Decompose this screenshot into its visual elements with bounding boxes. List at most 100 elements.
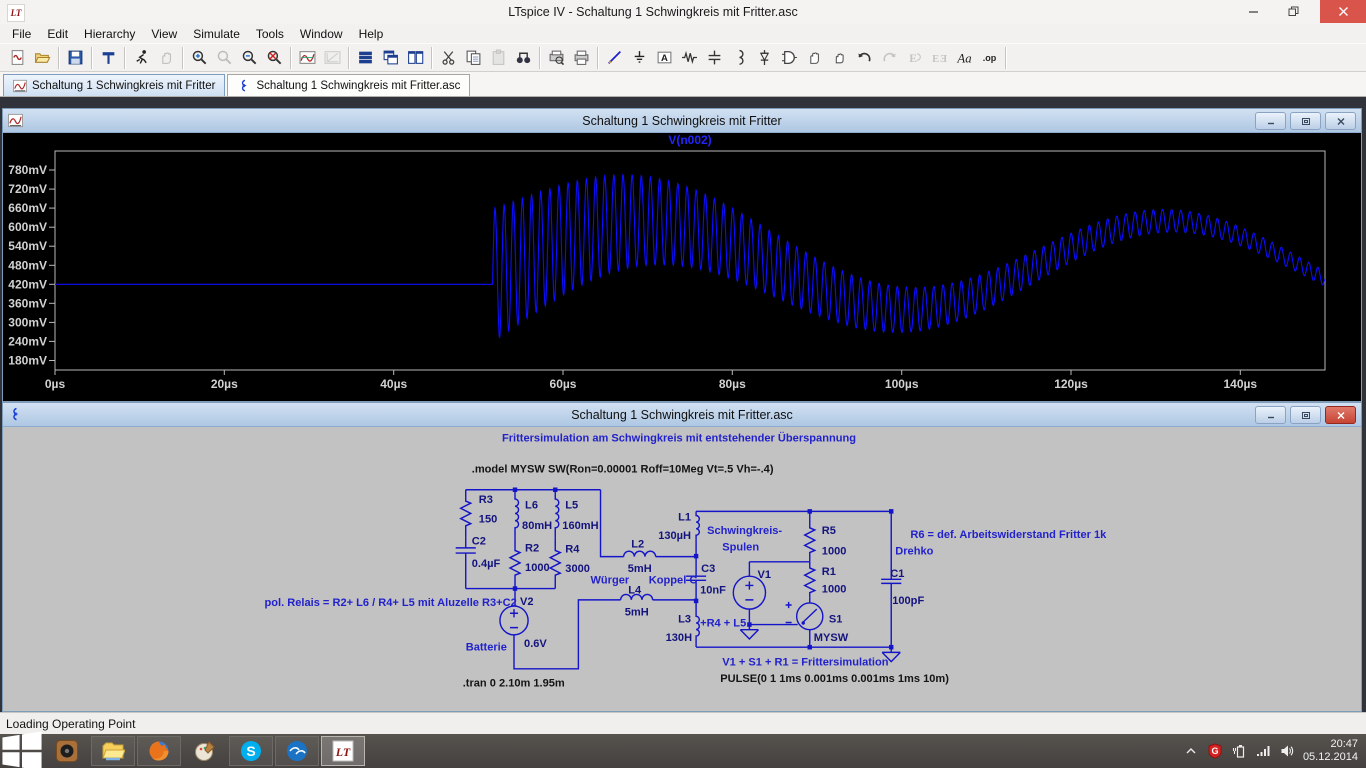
- toolbar-separator: [1005, 47, 1007, 69]
- note-arbeitswiderstand: R6 = def. Arbeitswiderstand Fritter 1k: [910, 529, 1107, 541]
- component-button[interactable]: [777, 45, 802, 70]
- component-R2[interactable]: R2 1000: [510, 537, 550, 588]
- tile-vertical-button[interactable]: [403, 45, 428, 70]
- menu-window[interactable]: Window: [292, 26, 351, 42]
- pulse-directive[interactable]: PULSE(0 1 1ms 0.001ms 0.001ms 1ms 10m): [720, 673, 949, 685]
- cascade-button[interactable]: [378, 45, 403, 70]
- component-C2[interactable]: C2 0.4µF: [456, 535, 501, 588]
- taskbar-firefox[interactable]: [137, 736, 181, 766]
- menu-help[interactable]: Help: [351, 26, 392, 42]
- window-close-button[interactable]: [1320, 0, 1366, 23]
- menu-view[interactable]: View: [143, 26, 185, 42]
- tran-directive[interactable]: .tran 0 2.10m 1.95m: [463, 677, 565, 689]
- resistor-button[interactable]: [677, 45, 702, 70]
- ground-button[interactable]: [627, 45, 652, 70]
- tray-expand-icon[interactable]: [1183, 743, 1199, 759]
- volume-icon[interactable]: [1279, 743, 1295, 759]
- component-S1[interactable]: S1 MYSW: [786, 602, 849, 644]
- wave-restore-button[interactable]: [1290, 112, 1321, 130]
- label-net-button[interactable]: A: [652, 45, 677, 70]
- network-signal-icon[interactable]: [1255, 743, 1271, 759]
- run-button[interactable]: [129, 45, 154, 70]
- zoom-back-button[interactable]: [212, 45, 237, 70]
- tab-schematic[interactable]: Schaltung 1 Schwingkreis mit Fritter.asc: [227, 74, 470, 96]
- svg-text:0µs: 0µs: [45, 377, 66, 391]
- schematic-canvas[interactable]: Frittersimulation am Schwingkreis mit en…: [3, 427, 1361, 711]
- taskbar-file-explorer[interactable]: [91, 736, 135, 766]
- component-R3[interactable]: R3 150: [461, 490, 498, 537]
- halt-button[interactable]: [154, 45, 179, 70]
- waveform-plot-area[interactable]: 780mV720mV660mV600mV540mV480mV420mV360mV…: [3, 133, 1361, 401]
- new-schematic-button[interactable]: [5, 45, 30, 70]
- redo-button[interactable]: [877, 45, 902, 70]
- menu-hierarchy[interactable]: Hierarchy: [76, 26, 143, 42]
- print-preview-button[interactable]: [544, 45, 569, 70]
- taskbar-audio-app[interactable]: [45, 736, 89, 766]
- diode-button[interactable]: [752, 45, 777, 70]
- schematic-window-titlebar[interactable]: Schaltung 1 Schwingkreis mit Fritter.asc: [3, 403, 1361, 427]
- start-button[interactable]: [0, 734, 44, 768]
- copy-button[interactable]: [461, 45, 486, 70]
- tile-horizontal-button[interactable]: [353, 45, 378, 70]
- schem-close-button[interactable]: [1325, 406, 1356, 424]
- wave-minimize-button[interactable]: [1255, 112, 1286, 130]
- find-button[interactable]: [511, 45, 536, 70]
- zoom-in-button[interactable]: [187, 45, 212, 70]
- print-button[interactable]: [569, 45, 594, 70]
- mirror-button[interactable]: EƎ: [927, 45, 952, 70]
- component-R1[interactable]: R1 1000: [805, 562, 847, 598]
- component-R4[interactable]: R4 3000: [550, 537, 590, 588]
- component-C1[interactable]: C1 100pF: [881, 568, 924, 607]
- taskbar-paint-app[interactable]: [183, 736, 227, 766]
- component-L6[interactable]: L6 80mH: [515, 490, 552, 537]
- window-minimize-button[interactable]: [1238, 0, 1268, 23]
- svg-text:L4: L4: [628, 585, 642, 597]
- autorange-button[interactable]: [320, 45, 345, 70]
- zoom-out-button[interactable]: [237, 45, 262, 70]
- menu-edit[interactable]: Edit: [39, 26, 76, 42]
- wave-plot[interactable]: 780mV720mV660mV600mV540mV480mV420mV360mV…: [3, 133, 1361, 401]
- menu-file[interactable]: File: [4, 26, 39, 42]
- menu-simulate[interactable]: Simulate: [185, 26, 248, 42]
- undo-button[interactable]: [852, 45, 877, 70]
- zoom-full-button[interactable]: [262, 45, 287, 70]
- svg-text:L2: L2: [631, 538, 644, 550]
- taskbar-ltspice[interactable]: LT: [321, 736, 365, 766]
- open-button[interactable]: [30, 45, 55, 70]
- save-button[interactable]: [63, 45, 88, 70]
- svg-text:420mV: 420mV: [8, 277, 47, 291]
- menu-tools[interactable]: Tools: [248, 26, 292, 42]
- component-L4[interactable]: L4 5mH: [621, 585, 653, 619]
- taskbar-skype[interactable]: S: [229, 736, 273, 766]
- model-directive[interactable]: .model MYSW SW(Ron=0.00001 Roff=10Meg Vt…: [472, 463, 774, 475]
- inductor-button[interactable]: [727, 45, 752, 70]
- schem-restore-button[interactable]: [1290, 406, 1321, 424]
- move-button[interactable]: [802, 45, 827, 70]
- wire-button[interactable]: [602, 45, 627, 70]
- taskbar-openoffice[interactable]: [275, 736, 319, 766]
- spice-directive-button[interactable]: .op: [977, 45, 1002, 70]
- window-restore-button[interactable]: [1278, 0, 1308, 23]
- control-panel-button[interactable]: [96, 45, 121, 70]
- component-V1[interactable]: V1: [733, 569, 771, 609]
- plot-settings-button[interactable]: [295, 45, 320, 70]
- wave-close-button[interactable]: [1325, 112, 1356, 130]
- cut-button[interactable]: [436, 45, 461, 70]
- waveform-window-titlebar[interactable]: Schaltung 1 Schwingkreis mit Fritter: [3, 109, 1361, 133]
- capacitor-button[interactable]: [702, 45, 727, 70]
- component-R5[interactable]: R5 1000: [805, 511, 847, 561]
- battery-plug-icon[interactable]: [1231, 743, 1247, 759]
- component-L5[interactable]: L5 160mH: [555, 490, 598, 537]
- taskbar-clock[interactable]: 20:47 05.12.2014: [1303, 738, 1358, 764]
- rotate-button[interactable]: E: [902, 45, 927, 70]
- tab-waveform[interactable]: Schaltung 1 Schwingkreis mit Fritter: [3, 74, 225, 96]
- text-button[interactable]: Aa: [952, 45, 977, 70]
- component-L1[interactable]: L1 130µH: [658, 511, 699, 542]
- component-L2[interactable]: L2 5mH: [624, 538, 656, 575]
- paste-button[interactable]: [486, 45, 511, 70]
- schem-minimize-button[interactable]: [1255, 406, 1286, 424]
- drag-button[interactable]: [827, 45, 852, 70]
- gdata-shield-icon[interactable]: G: [1207, 743, 1223, 759]
- component-L3[interactable]: L3 130H: [666, 580, 700, 647]
- svg-text:140µs: 140µs: [1223, 377, 1257, 391]
